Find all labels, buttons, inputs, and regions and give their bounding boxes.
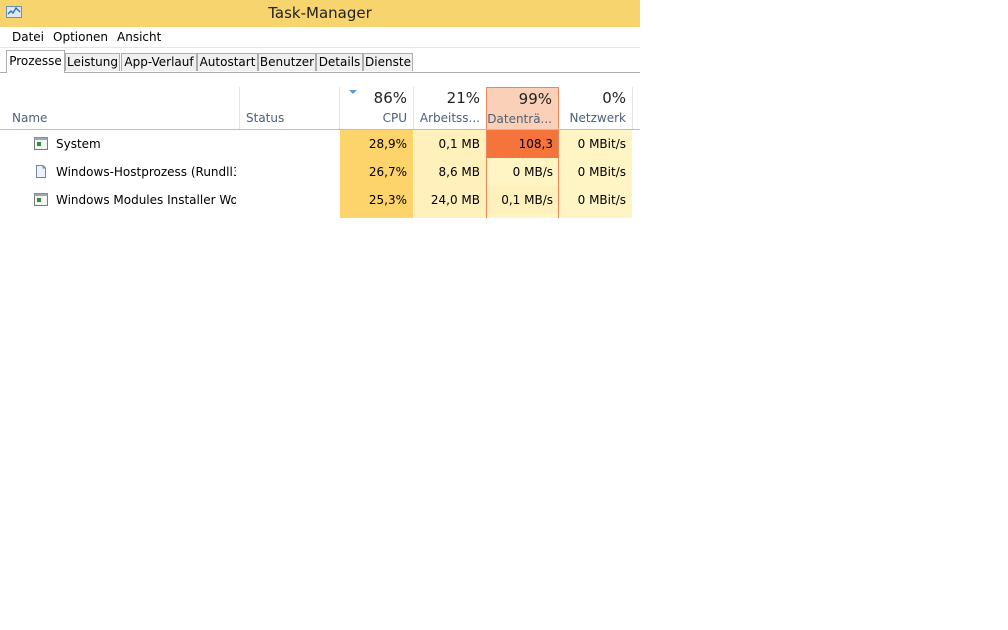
tab-autostart[interactable]: Autostart bbox=[197, 53, 258, 71]
process-table: Name Status 86% CPU 21% Arbeitss... 99% … bbox=[0, 73, 640, 218]
tab-leistung[interactable]: Leistung bbox=[65, 53, 120, 71]
tab-dienste[interactable]: Dienste bbox=[363, 53, 413, 71]
column-header-network[interactable]: 0% Netzwerk bbox=[559, 87, 632, 129]
memory-cell: 24,0 MB bbox=[413, 186, 486, 214]
menu-bar: Datei Optionen Ansicht bbox=[0, 27, 640, 48]
table-row[interactable]: Windows-Hostprozess (Rundll32) 26,7% 8,6… bbox=[0, 158, 640, 186]
title-bar[interactable]: Task-Manager bbox=[0, 0, 640, 27]
memory-total-percent: 21% bbox=[446, 89, 480, 107]
network-label: Netzwerk bbox=[569, 111, 626, 125]
tab-details[interactable]: Details bbox=[316, 53, 363, 71]
column-header-disk[interactable]: 99% Datenträ... bbox=[486, 87, 559, 129]
disk-cell: 0,1 MB/s bbox=[486, 186, 559, 214]
tab-prozesse[interactable]: Prozesse bbox=[6, 50, 65, 73]
disk-column-border bbox=[486, 130, 487, 218]
memory-label: Arbeitss... bbox=[419, 111, 480, 125]
system-process-icon bbox=[34, 137, 48, 150]
column-separator[interactable] bbox=[239, 87, 240, 129]
menu-ansicht[interactable]: Ansicht bbox=[117, 30, 161, 44]
table-row[interactable]: System 28,9% 0,1 MB 108,3 MB/s 0 MBit/s bbox=[0, 130, 640, 179]
table-row[interactable]: Windows Modules Installer Wor... 25,3% 2… bbox=[0, 186, 640, 214]
document-process-icon bbox=[36, 165, 46, 178]
network-cell: 0 MBit/s bbox=[559, 130, 632, 158]
column-header-name[interactable]: Name bbox=[12, 111, 47, 125]
next-row-cpu-fragment bbox=[340, 214, 413, 218]
process-name: System bbox=[56, 137, 101, 151]
network-cell: 0 MBit/s bbox=[559, 186, 632, 214]
column-header-status[interactable]: Status bbox=[246, 111, 284, 125]
system-process-icon bbox=[34, 193, 48, 206]
memory-cell: 0,1 MB bbox=[413, 130, 486, 158]
task-manager-window: Task-Manager Datei Optionen Ansicht Proz… bbox=[0, 0, 640, 218]
disk-total-percent: 99% bbox=[518, 90, 552, 108]
network-cell: 0 MBit/s bbox=[559, 158, 632, 186]
tab-app-verlauf[interactable]: App-Verlauf bbox=[121, 53, 197, 71]
cpu-cell: 26,7% bbox=[340, 158, 413, 186]
next-row-memory-fragment bbox=[413, 214, 486, 218]
network-total-percent: 0% bbox=[602, 89, 626, 107]
next-row-network-fragment bbox=[559, 214, 632, 218]
cpu-cell: 28,9% bbox=[340, 130, 413, 158]
column-header-cpu[interactable]: 86% CPU bbox=[340, 87, 413, 129]
cpu-label: CPU bbox=[382, 111, 407, 125]
cpu-total-percent: 86% bbox=[373, 89, 407, 107]
window-title: Task-Manager bbox=[268, 4, 372, 22]
menu-optionen[interactable]: Optionen bbox=[53, 30, 108, 44]
tab-benutzer[interactable]: Benutzer bbox=[258, 53, 316, 71]
process-name: Windows Modules Installer Wor... bbox=[56, 193, 236, 207]
disk-label: Datenträ... bbox=[487, 112, 552, 126]
disk-column-border bbox=[558, 130, 559, 218]
memory-cell: 8,6 MB bbox=[413, 158, 486, 186]
disk-cell: 108,3 MB/s bbox=[486, 130, 559, 179]
disk-cell: 0 MB/s bbox=[486, 158, 559, 186]
process-name: Windows-Hostprozess (Rundll32) bbox=[56, 165, 236, 179]
menu-datei[interactable]: Datei bbox=[12, 30, 44, 44]
tab-strip: Prozesse Leistung App-Verlauf Autostart … bbox=[0, 48, 640, 73]
cpu-cell: 25,3% bbox=[340, 186, 413, 214]
column-header-memory[interactable]: 21% Arbeitss... bbox=[414, 87, 486, 129]
next-row-disk-fragment bbox=[486, 214, 559, 218]
column-separator[interactable] bbox=[632, 87, 633, 129]
